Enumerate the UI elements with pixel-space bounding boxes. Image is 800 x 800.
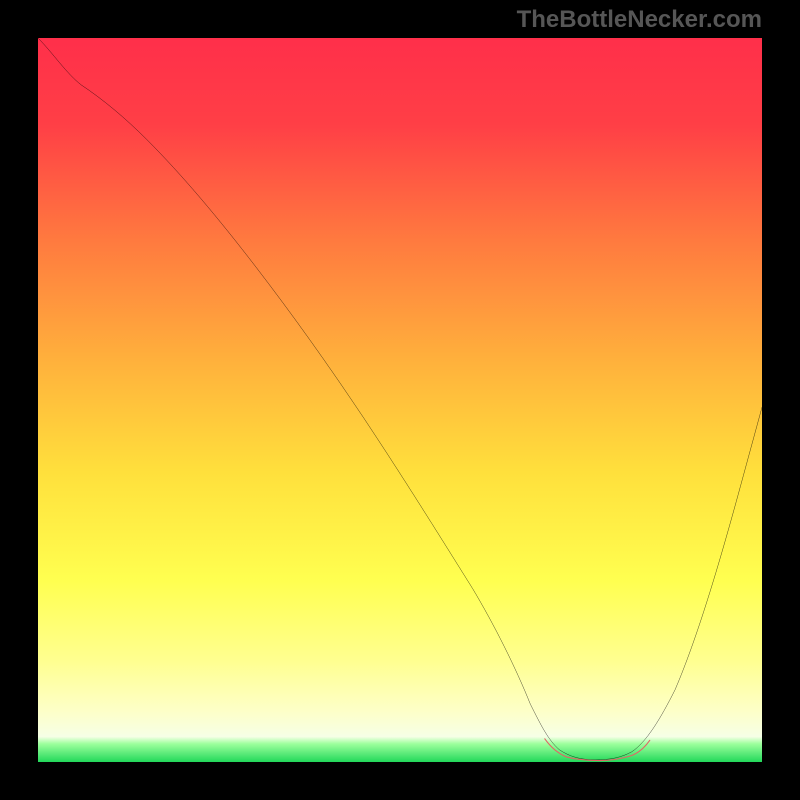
optimal-range-highlight [545,739,650,761]
watermark-text: TheBottleNecker.com [517,6,762,34]
bottleneck-curve-svg [38,38,762,762]
plot-area [38,38,762,762]
chart-container: TheBottleNecker.com [0,0,800,800]
bottleneck-curve [38,38,762,760]
